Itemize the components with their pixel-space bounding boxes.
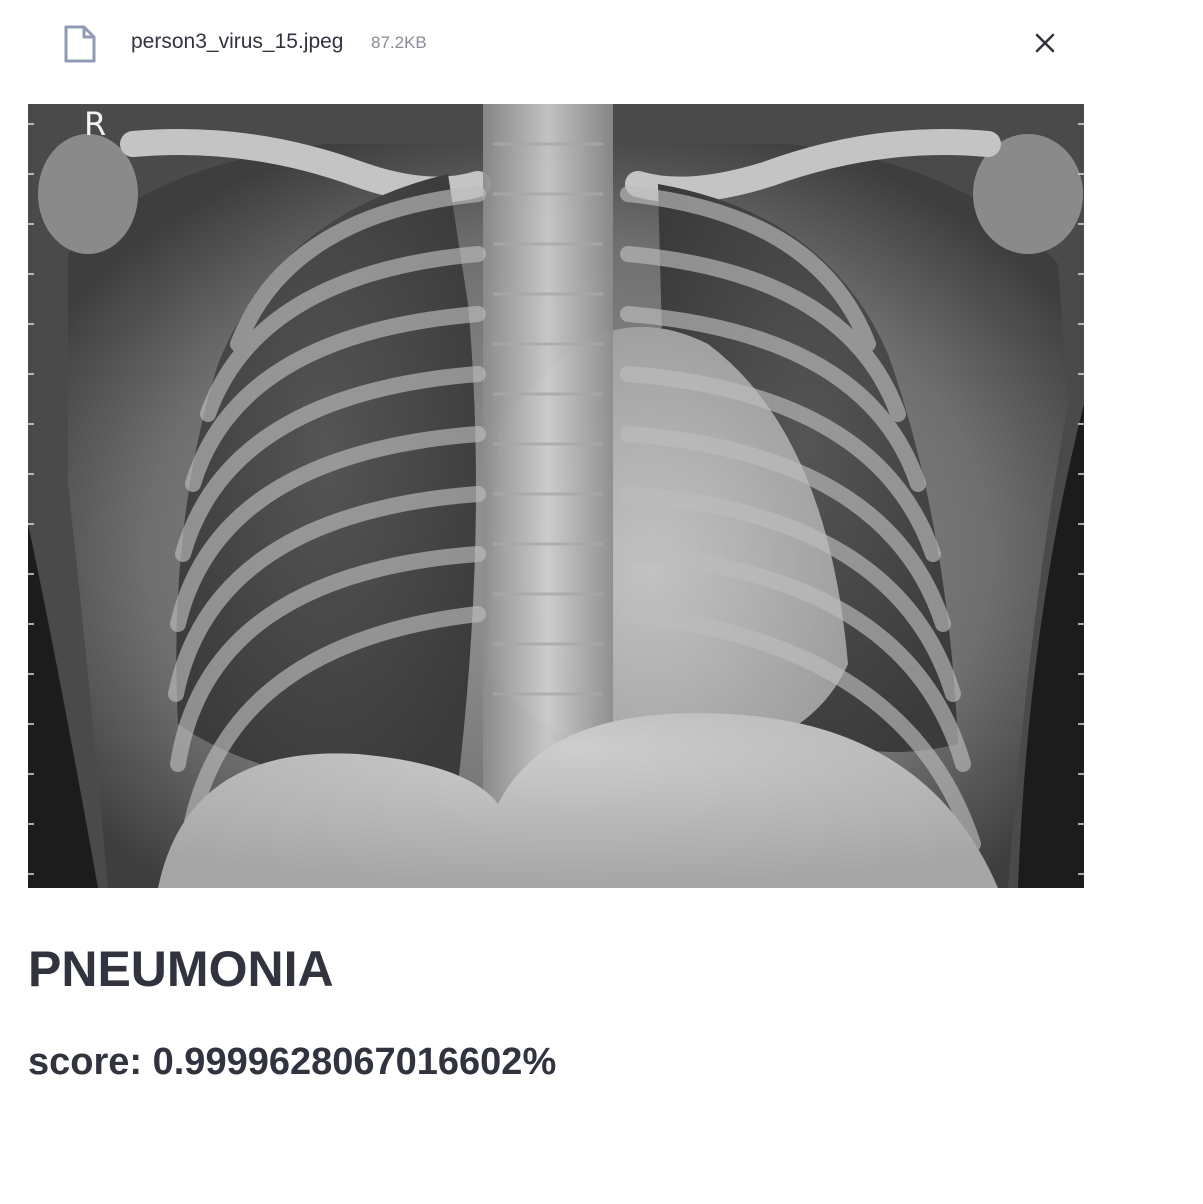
xray-side-marker: R: [84, 105, 107, 143]
close-icon: [1035, 33, 1055, 53]
file-name: person3_virus_15.jpeg: [131, 30, 344, 53]
file-size: 87.2KB: [371, 33, 427, 52]
prediction-score: score: 0.9999628067016602%: [28, 1041, 557, 1083]
remove-file-button[interactable]: [1025, 23, 1065, 63]
uploaded-file-row: person3_virus_15.jpeg 87.2KB: [0, 0, 1203, 86]
chest-xray-image: [28, 104, 1084, 888]
file-icon: [63, 24, 97, 64]
prediction-label: PNEUMONIA: [28, 941, 334, 997]
